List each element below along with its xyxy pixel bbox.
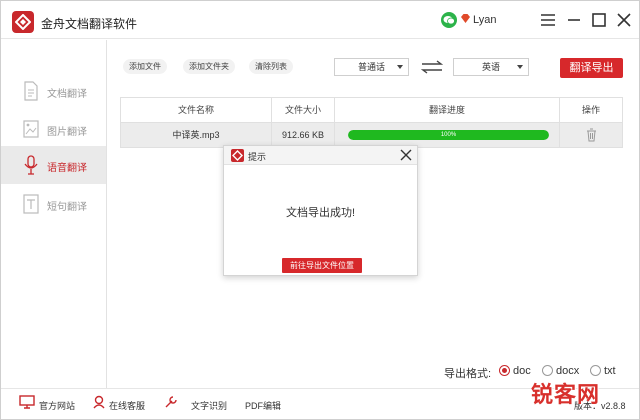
chevron-down-icon (517, 65, 523, 69)
header-file-name: 文件名称 (121, 98, 272, 123)
add-file-button[interactable]: 添加文件 (123, 59, 167, 74)
microphone-icon (24, 155, 38, 175)
radio-docx-label[interactable]: docx (556, 365, 579, 377)
source-language-select[interactable]: 普通话 (334, 58, 409, 76)
chevron-down-icon (397, 65, 403, 69)
close-icon[interactable] (615, 11, 633, 29)
text-icon (23, 194, 39, 214)
progress-cell: 100% (335, 123, 560, 147)
file-table: 文件名称 文件大小 翻译进度 操作 中译英.mp3 912.66 KB 100% (120, 97, 623, 148)
vip-diamond-icon (461, 14, 470, 23)
customer-service-icon (93, 395, 105, 409)
source-language-value: 普通话 (357, 62, 385, 72)
progress-text: 100% (440, 132, 457, 138)
header-file-size: 文件大小 (272, 98, 335, 123)
sidebar-item-label: 语音翻译 (47, 163, 87, 174)
pdf-edit-link[interactable]: PDF编辑 (245, 399, 281, 412)
dialog-title: 提示 (248, 152, 267, 162)
clear-list-button[interactable]: 清除列表 (249, 59, 293, 74)
online-service-link[interactable]: 在线客服 (109, 399, 145, 412)
file-size-cell: 912.66 KB (272, 123, 335, 147)
header-progress: 翻译进度 (335, 98, 560, 123)
sidebar-item-label: 图片翻译 (47, 127, 87, 138)
title-bar: 金舟文档翻译软件 Lyan (1, 1, 639, 39)
official-site-link[interactable]: 官方网站 (39, 399, 75, 412)
minimize-icon[interactable] (565, 11, 583, 29)
table-header: 文件名称 文件大小 翻译进度 操作 (121, 98, 622, 123)
export-format-label: 导出格式: (444, 368, 492, 380)
success-dialog: 提示 文档导出成功! 前往导出文件位置 (223, 145, 418, 276)
translate-export-button[interactable]: 翻译导出 (560, 58, 623, 78)
open-export-location-button[interactable]: 前往导出文件位置 (282, 258, 362, 273)
menu-icon[interactable] (539, 11, 557, 29)
app-logo-icon (231, 149, 244, 162)
radio-txt-label[interactable]: txt (604, 365, 616, 377)
sidebar-item-document[interactable]: 文档翻译 (1, 72, 106, 110)
watermark-text: 锐客网 (531, 383, 601, 408)
app-logo-icon (12, 11, 34, 33)
table-row[interactable]: 中译英.mp3 912.66 KB 100% (121, 123, 622, 147)
wrench-icon (165, 396, 177, 408)
swap-icon[interactable] (421, 60, 443, 74)
maximize-icon[interactable] (590, 11, 608, 29)
monitor-icon (19, 395, 35, 409)
sidebar-item-sentence[interactable]: 短句翻译 (1, 185, 106, 223)
ocr-link[interactable]: 文字识别 (191, 399, 227, 412)
sidebar-item-label: 文档翻译 (47, 89, 87, 100)
sidebar-item-voice[interactable]: 语音翻译 (1, 146, 106, 184)
sidebar: 文档翻译 图片翻译 语音翻译 短句翻译 (1, 40, 107, 388)
progress-bar: 100% (348, 130, 549, 140)
app-window: 金舟文档翻译软件 Lyan 文档翻译 图片翻译 语音翻译 短句翻译 添加文件 添… (0, 0, 640, 420)
dialog-message: 文档导出成功! (285, 207, 356, 219)
add-folder-button[interactable]: 添加文件夹 (183, 59, 235, 74)
app-title: 金舟文档翻译软件 (41, 17, 138, 31)
user-name[interactable]: Lyan (473, 14, 496, 26)
sidebar-item-image[interactable]: 图片翻译 (1, 110, 106, 148)
header-actions: 操作 (581, 105, 600, 115)
radio-doc[interactable] (499, 365, 510, 376)
dialog-header: 提示 (224, 146, 417, 165)
wechat-icon[interactable] (441, 12, 457, 28)
radio-txt[interactable] (590, 365, 601, 376)
close-icon[interactable] (400, 149, 412, 161)
sidebar-item-label: 短句翻译 (47, 202, 87, 213)
radio-docx[interactable] (542, 365, 553, 376)
radio-doc-label[interactable]: doc (513, 365, 531, 377)
target-language-select[interactable]: 英语 (453, 58, 529, 76)
target-language-value: 英语 (481, 62, 500, 72)
trash-icon[interactable] (586, 128, 597, 142)
document-icon (24, 81, 38, 101)
actions-cell (560, 123, 622, 147)
file-name-cell: 中译英.mp3 (121, 123, 272, 147)
image-icon (23, 120, 39, 138)
